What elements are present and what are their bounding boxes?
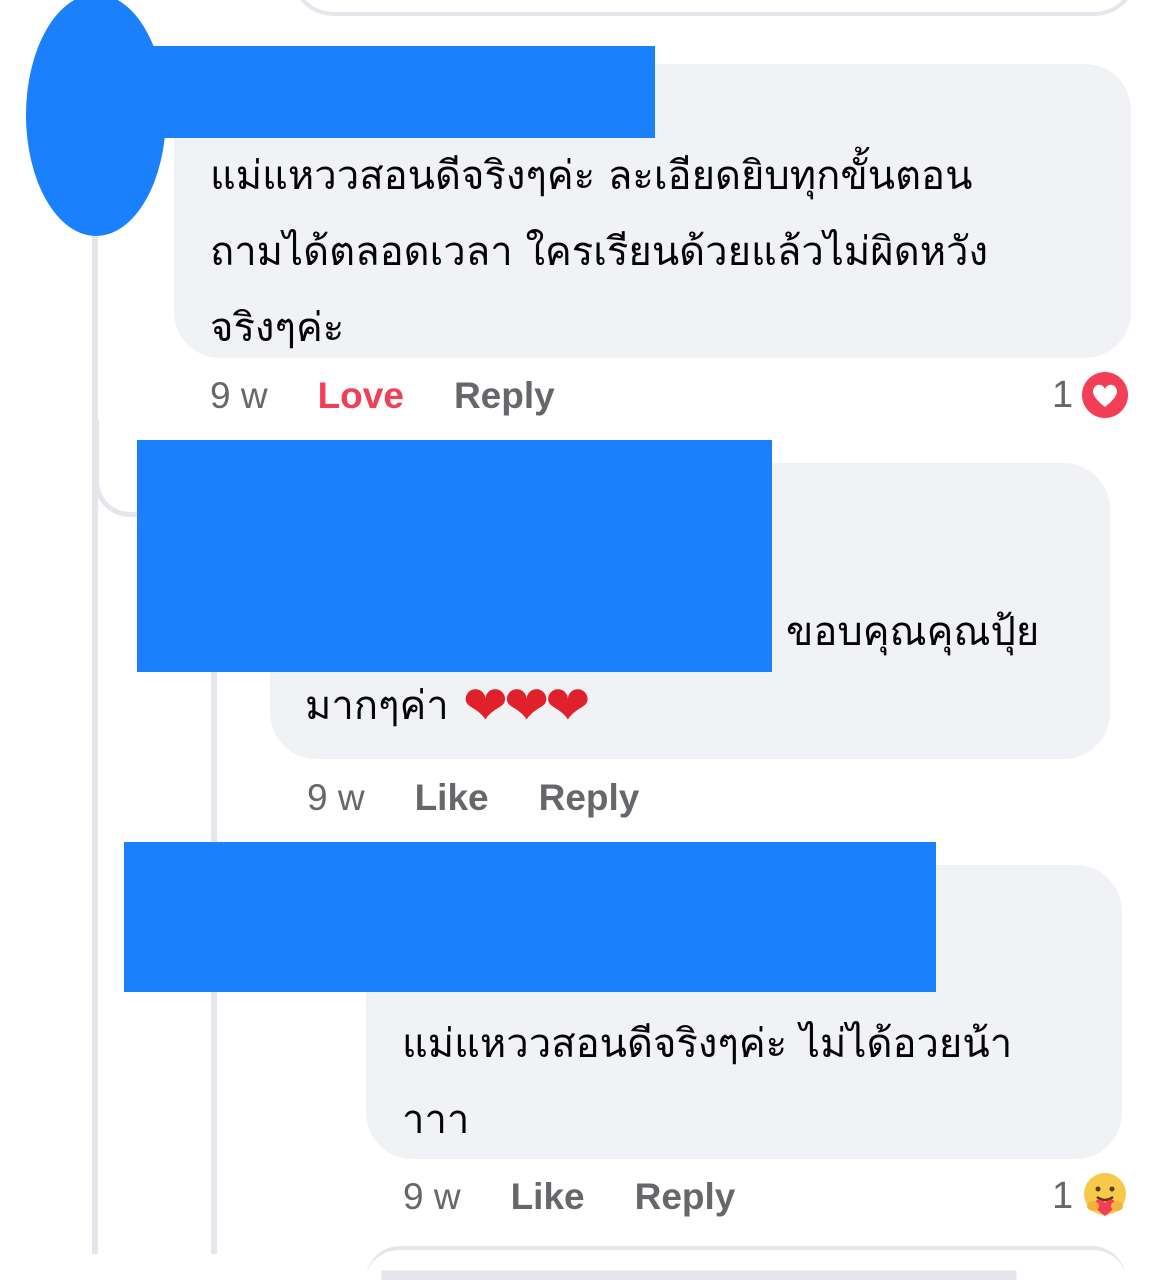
thread-line-main <box>92 210 98 1254</box>
love-heart-icon <box>1082 372 1129 418</box>
reaction-count: 1 <box>1052 1174 1074 1217</box>
love-reaction-button[interactable]: Love <box>318 373 404 419</box>
comment-timestamp[interactable]: 9 w <box>210 373 268 419</box>
reply-timestamp[interactable]: 9 w <box>307 775 365 821</box>
reply-actions: 9 w Like Reply <box>307 775 689 821</box>
reaction-summary[interactable]: 1 <box>1052 370 1129 420</box>
reply-author-redacted[interactable] <box>137 440 772 672</box>
reply-text-line1: ขอบคุณคุณปุ้ย <box>786 609 1040 655</box>
reply-timestamp[interactable]: 9 w <box>403 1174 461 1220</box>
reply-button[interactable]: Reply <box>635 1174 736 1220</box>
like-button[interactable]: Like <box>511 1174 585 1220</box>
commenter-name[interactable] <box>150 46 655 138</box>
reply-button[interactable]: Reply <box>539 775 640 821</box>
like-button[interactable]: Like <box>415 775 489 821</box>
reply-text-line2: มากๆค่า ❤❤❤ <box>305 668 591 744</box>
next-comment-bubble-edge <box>366 1246 1126 1280</box>
reply-button[interactable]: Reply <box>454 373 555 419</box>
hearts-emoji: ❤❤❤ <box>462 674 591 737</box>
reply-text: มากๆค่า <box>305 683 449 729</box>
reply-text: แม่แหววสอนดีจริงๆค่ะ ไม่ได้อวยน้า าาา <box>402 1021 1013 1143</box>
reply-author-redacted[interactable] <box>124 842 936 992</box>
comment-actions: 9 w Love Reply <box>210 373 605 419</box>
avatar[interactable] <box>26 0 166 236</box>
care-hug-icon <box>1084 1173 1127 1216</box>
comment-text: แม่แหววสอนดีจริงๆค่ะ ละเอียดยิบทุกขั้นตอ… <box>210 153 989 351</box>
previous-comment-bubble-edge <box>290 0 1138 16</box>
reaction-summary[interactable]: 1 <box>1052 1170 1129 1222</box>
reply-actions: 9 w Like Reply <box>403 1174 785 1220</box>
reaction-count: 1 <box>1052 373 1074 416</box>
